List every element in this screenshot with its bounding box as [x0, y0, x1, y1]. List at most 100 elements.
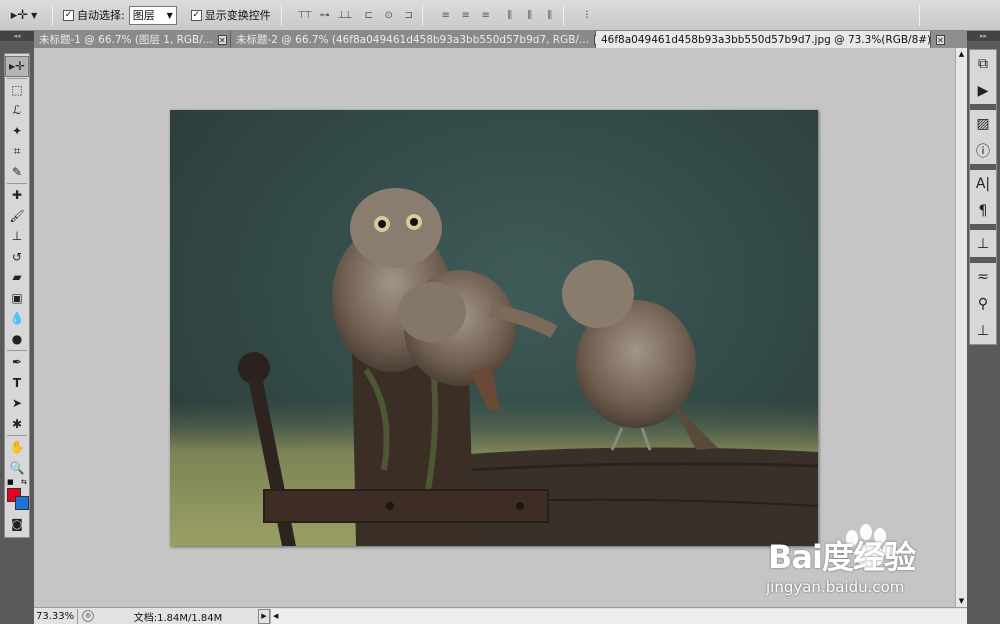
dock-grip[interactable]: ▸▸ [967, 31, 1000, 41]
auto-align-icon[interactable]: ⫶⫶ [576, 5, 596, 25]
divider [562, 4, 564, 26]
magic-wand-tool[interactable]: ✦ [5, 121, 29, 142]
status-options-icon[interactable]: ◎ [82, 610, 94, 622]
blur-tool[interactable]: 💧 [5, 308, 29, 329]
distribute-top-icon[interactable]: ≡ [435, 5, 455, 25]
distribute-bottom-icon[interactable]: ≡ [475, 5, 495, 25]
background-color[interactable] [15, 496, 29, 510]
brushes-panel-button[interactable]: ≂ [970, 263, 996, 290]
chevron-down-icon: ▼ [166, 10, 173, 20]
character-panel-button[interactable]: A| [970, 170, 996, 197]
horizontal-scrollbar[interactable]: ◀ [270, 608, 967, 624]
scroll-up-icon[interactable]: ▲ [956, 48, 967, 60]
tab-document-3[interactable]: 46f8a049461d458b93a3bb550d57b9d7.jpg @ 7… [596, 31, 945, 48]
shape-tool-icon: ✱ [11, 416, 23, 431]
show-transform-checkbox[interactable]: ✓ 显示变换控件 [190, 7, 271, 23]
zoom-tool-icon: 🔍 [9, 460, 25, 475]
zoom-value: 73.33% [36, 610, 75, 622]
hand-tool-icon: ✋ [9, 440, 25, 455]
tab-label: 未标题-1 @ 66.7% (图层 1, RGB/... [39, 34, 213, 46]
align-left-icon[interactable]: ⊏ [358, 5, 378, 25]
eyedropper-tool[interactable]: ✎ [5, 162, 29, 183]
divider [7, 350, 27, 351]
status-menu-arrow-icon[interactable]: ▶ [258, 608, 270, 624]
distribute-right-icon[interactable]: ⫼ [539, 5, 559, 25]
swatches-panel-button[interactable]: ⊥ [970, 317, 996, 344]
zoom-tool[interactable]: 🔍 [5, 458, 29, 479]
align-top-icon[interactable]: ⊤⊤ [294, 5, 314, 25]
distribute-left-icon[interactable]: ⫼ [499, 5, 519, 25]
character-panel-icon: A| [975, 175, 991, 192]
toolbox: ◂◂ ▸✛ ⬚ ℒ ✦ ⌗ ✎ ✚ 🖌 ⊥ ↺ ▰ ▣ 💧 ● ✒ T ➤ ✱ … [0, 31, 34, 624]
tool-presets-icon: ⚲ [977, 295, 989, 312]
scroll-left-icon[interactable]: ◀ [273, 609, 278, 624]
tool-preset-picker[interactable]: ▸✛ ▼ [0, 3, 48, 27]
auto-select-label: 自动选择: [77, 9, 125, 22]
brush-tool[interactable]: 🖌 [5, 206, 29, 227]
swap-colors-icon[interactable]: ⇆ [21, 478, 27, 486]
distribute-vcenter-icon[interactable]: ≡ [455, 5, 475, 25]
lasso-tool-icon: ℒ [12, 103, 22, 118]
distribute-buttons: ≡ ≡ ≡ ⫼ ⫼ ⫼ [435, 5, 559, 25]
paragraph-panel-button[interactable]: ¶ [970, 197, 996, 224]
layers-panel-button[interactable]: ⧉ [970, 50, 996, 77]
actions-panel-icon: ▶ [977, 82, 989, 99]
align-bottom-icon[interactable]: ⊥⊥ [334, 5, 354, 25]
toolbox-grip[interactable]: ◂◂ [0, 31, 34, 41]
navigator-panel-button[interactable]: ▨ [970, 110, 996, 137]
clone-stamp-icon: ⊥ [11, 229, 23, 244]
document-image[interactable] [170, 110, 818, 546]
distribute-hcenter-icon[interactable]: ⫼ [519, 5, 539, 25]
move-tool-icon: ▸✛ [8, 59, 26, 74]
eyedropper-icon: ✎ [11, 164, 23, 179]
type-tool[interactable]: T [5, 373, 29, 394]
dock-icons: ⧉ ▶ ▨ ⓘ A| ¶ ⊥ ≂ ⚲ ⊥ [969, 49, 997, 345]
tab-label: 未标题-2 @ 66.7% (46f8a049461d458b93a3bb550… [236, 34, 589, 46]
divider [7, 183, 27, 184]
marquee-tool[interactable]: ⬚ [5, 80, 29, 101]
layers-panel-icon: ⧉ [978, 55, 988, 72]
pen-tool-icon: ✒ [11, 355, 23, 370]
history-brush-icon: ↺ [11, 249, 23, 264]
tab-document-1[interactable]: 未标题-1 @ 66.7% (图层 1, RGB/... ✕ [34, 31, 231, 48]
lasso-tool[interactable]: ℒ [5, 100, 29, 121]
align-hcenter-icon[interactable]: ⊙ [378, 5, 398, 25]
align-vcenter-icon[interactable]: ⊶ [314, 5, 334, 25]
options-bar: ▸✛ ▼ ✓ 自动选择: 图层 ▼ ✓ 显示变换控件 ⊤⊤ ⊶ ⊥⊥ ⊏ ⊙ ⊐ … [0, 0, 1000, 31]
tab-document-2[interactable]: 未标题-2 @ 66.7% (46f8a049461d458b93a3bb550… [231, 31, 603, 48]
crop-tool[interactable]: ⌗ [5, 141, 29, 162]
gradient-tool[interactable]: ▣ [5, 288, 29, 309]
healing-brush-tool[interactable]: ✚ [5, 185, 29, 206]
close-icon[interactable]: ✕ [217, 34, 227, 45]
dodge-tool[interactable]: ● [5, 329, 29, 350]
auto-select-checkbox[interactable]: ✓ 自动选择: [63, 7, 125, 23]
eraser-tool[interactable]: ▰ [5, 267, 29, 288]
divider [280, 4, 282, 26]
actions-panel-button[interactable]: ▶ [970, 77, 996, 104]
hand-tool[interactable]: ✋ [5, 437, 29, 458]
clone-source-button[interactable]: ⊥ [970, 230, 996, 257]
shape-tool[interactable]: ✱ [5, 414, 29, 435]
healing-brush-icon: ✚ [11, 188, 23, 203]
info-panel-button[interactable]: ⓘ [970, 137, 996, 164]
status-bar: 73.33% ◎ 文档:1.84M/1.84M ▶ ◀ [34, 607, 967, 624]
align-right-icon[interactable]: ⊐ [398, 5, 418, 25]
owls-photo [170, 188, 818, 546]
zoom-field[interactable]: 73.33% [34, 608, 78, 624]
pen-tool[interactable]: ✒ [5, 352, 29, 373]
quick-mask-button[interactable]: ◙ [5, 514, 29, 535]
default-colors-icon[interactable]: ■ [7, 478, 14, 486]
document-tabs: 未标题-1 @ 66.7% (图层 1, RGB/... ✕ 未标题-2 @ 6… [34, 31, 967, 48]
path-selection-tool[interactable]: ➤ [5, 393, 29, 414]
color-swatches: ■ ⇆ [5, 478, 29, 514]
move-tool[interactable]: ▸✛ [5, 56, 29, 77]
close-icon[interactable]: ✕ [936, 34, 945, 45]
divider [52, 4, 53, 26]
history-brush-tool[interactable]: ↺ [5, 247, 29, 268]
divider [7, 435, 27, 436]
clone-stamp-tool[interactable]: ⊥ [5, 226, 29, 247]
swatches-panel-icon: ⊥ [976, 322, 990, 339]
tool-presets-button[interactable]: ⚲ [970, 290, 996, 317]
chevron-down-icon: ▼ [31, 10, 38, 20]
auto-select-dropdown[interactable]: 图层 ▼ [128, 5, 177, 25]
